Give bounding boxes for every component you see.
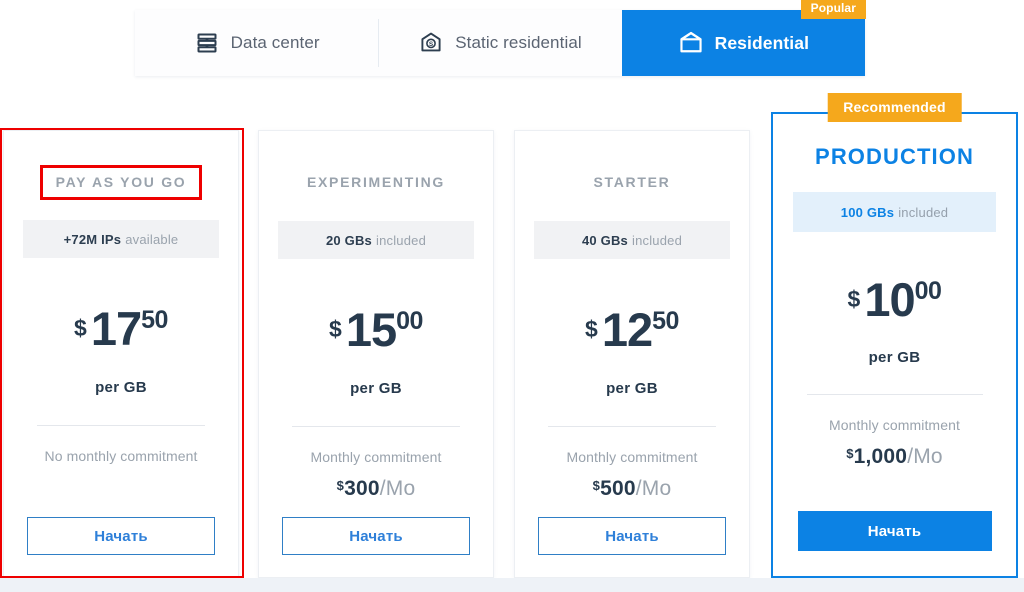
plan-divider [292, 426, 460, 427]
plan-divider [548, 426, 716, 427]
plan-price-unit: per GB [350, 380, 402, 397]
plan-title: STARTER [593, 174, 671, 190]
plan-commitment-label: Monthly commitment [310, 449, 442, 465]
plan-card-experimenting[interactable]: EXPERIMENTING 20 GBs included $ 15 00 per… [258, 130, 494, 578]
plan-cta-button[interactable]: Начать [27, 517, 215, 555]
plan-commitment-amount: $1,000/Mo [846, 445, 943, 469]
commitment-value: 1,000 [853, 445, 908, 468]
house-icon [678, 30, 704, 56]
plan-price: $ 10 00 [848, 276, 942, 323]
tab-static-residential[interactable]: S Static residential [378, 10, 622, 76]
tab-label: Data center [230, 33, 320, 52]
price-fraction: 00 [914, 277, 942, 305]
server-rack-icon [194, 30, 220, 56]
plan-commitment-amount: $500/Mo [593, 477, 672, 501]
commitment-currency: $ [846, 446, 854, 461]
plan-title-highlight: PAY AS YOU GO [39, 165, 203, 200]
commitment-currency: $ [336, 478, 345, 493]
commitment-period: /Mo [907, 445, 943, 468]
plan-title: EXPERIMENTING [306, 174, 445, 190]
plan-chip: 20 GBs included [278, 221, 474, 259]
plan-price-unit: per GB [606, 380, 658, 397]
commitment-value: 300 [344, 477, 380, 500]
recommended-badge: Recommended [827, 93, 962, 122]
plan-price-unit: per GB [95, 379, 147, 396]
price-fraction: 00 [396, 307, 423, 335]
page-bottom-strip [0, 578, 1024, 592]
plan-chip-bold: 40 GBs [581, 232, 628, 248]
commitment-period: /Mo [379, 477, 416, 500]
tab-data-center[interactable]: Data center [135, 10, 379, 76]
plan-title: PRODUCTION [815, 144, 974, 169]
commitment-period: /Mo [635, 477, 672, 500]
plan-chip-bold: 20 GBs [325, 232, 372, 248]
plan-price: $ 15 00 [329, 306, 423, 353]
price-integer: 12 [601, 303, 653, 356]
plan-card-production[interactable]: Recommended PRODUCTION 100 GBs included $… [771, 93, 1018, 578]
plan-chip-bold: 100 GBs [840, 204, 895, 220]
price-currency: $ [329, 316, 342, 342]
tab-label: Residential [714, 32, 810, 53]
plan-commitment-amount: $300/Mo [337, 477, 416, 501]
tab-residential[interactable]: Residential Popular [621, 0, 866, 76]
price-integer: 15 [345, 303, 397, 356]
plan-card-pay-as-you-go[interactable]: PAY AS YOU GO +72M IPs available $ 17 50 … [3, 130, 239, 578]
price-integer: 10 [864, 273, 915, 326]
commitment-currency: $ [592, 478, 601, 493]
plan-card-starter[interactable]: STARTER 40 GBs included $ 12 50 per GB Mo… [514, 130, 750, 578]
plan-commitment-label: No monthly commitment [44, 448, 198, 464]
commitment-value: 500 [600, 477, 636, 500]
plan-divider [37, 425, 205, 426]
plan-cta-button[interactable]: Начать [797, 511, 992, 551]
plan-cta-button[interactable]: Начать [538, 517, 726, 555]
plan-title-wrap: EXPERIMENTING [294, 165, 458, 200]
popular-badge: Popular [800, 0, 866, 19]
tab-label: Static residential [455, 33, 582, 52]
price-currency: $ [847, 286, 861, 312]
price-fraction: 50 [652, 307, 679, 335]
plan-chip-rest: available [125, 231, 179, 247]
price-fraction: 50 [141, 306, 168, 334]
plan-chip: +72M IPs available [23, 220, 219, 258]
svg-text:S: S [429, 41, 434, 48]
plan-chip: 40 GBs included [534, 221, 730, 259]
proxy-type-tabs: Data center S Static residential Residen… [135, 0, 866, 76]
plan-title-wrap: STARTER [581, 165, 684, 200]
price-integer: 17 [90, 302, 142, 355]
plan-price-unit: per GB [868, 349, 921, 366]
plan-cta-button[interactable]: Начать [282, 517, 470, 555]
plan-price: $ 12 50 [585, 306, 679, 353]
plan-price: $ 17 50 [74, 305, 168, 352]
price-currency: $ [585, 316, 598, 342]
plan-commitment-label: Monthly commitment [566, 449, 698, 465]
plan-commitment-label: Monthly commitment [829, 417, 960, 433]
pricing-page: Data center S Static residential Residen… [0, 0, 1024, 592]
price-currency: $ [74, 315, 87, 341]
plan-chip-rest: included [631, 232, 683, 248]
plan-chip-rest: included [375, 232, 427, 248]
plan-title: PAY AS YOU GO [39, 165, 203, 200]
plan-chip-rest: included [898, 204, 949, 220]
plan-chip-bold: +72M IPs [63, 231, 122, 247]
house-dollar-icon: S [418, 30, 444, 56]
plan-divider [806, 394, 983, 395]
plan-chip: 100 GBs included [793, 192, 996, 232]
